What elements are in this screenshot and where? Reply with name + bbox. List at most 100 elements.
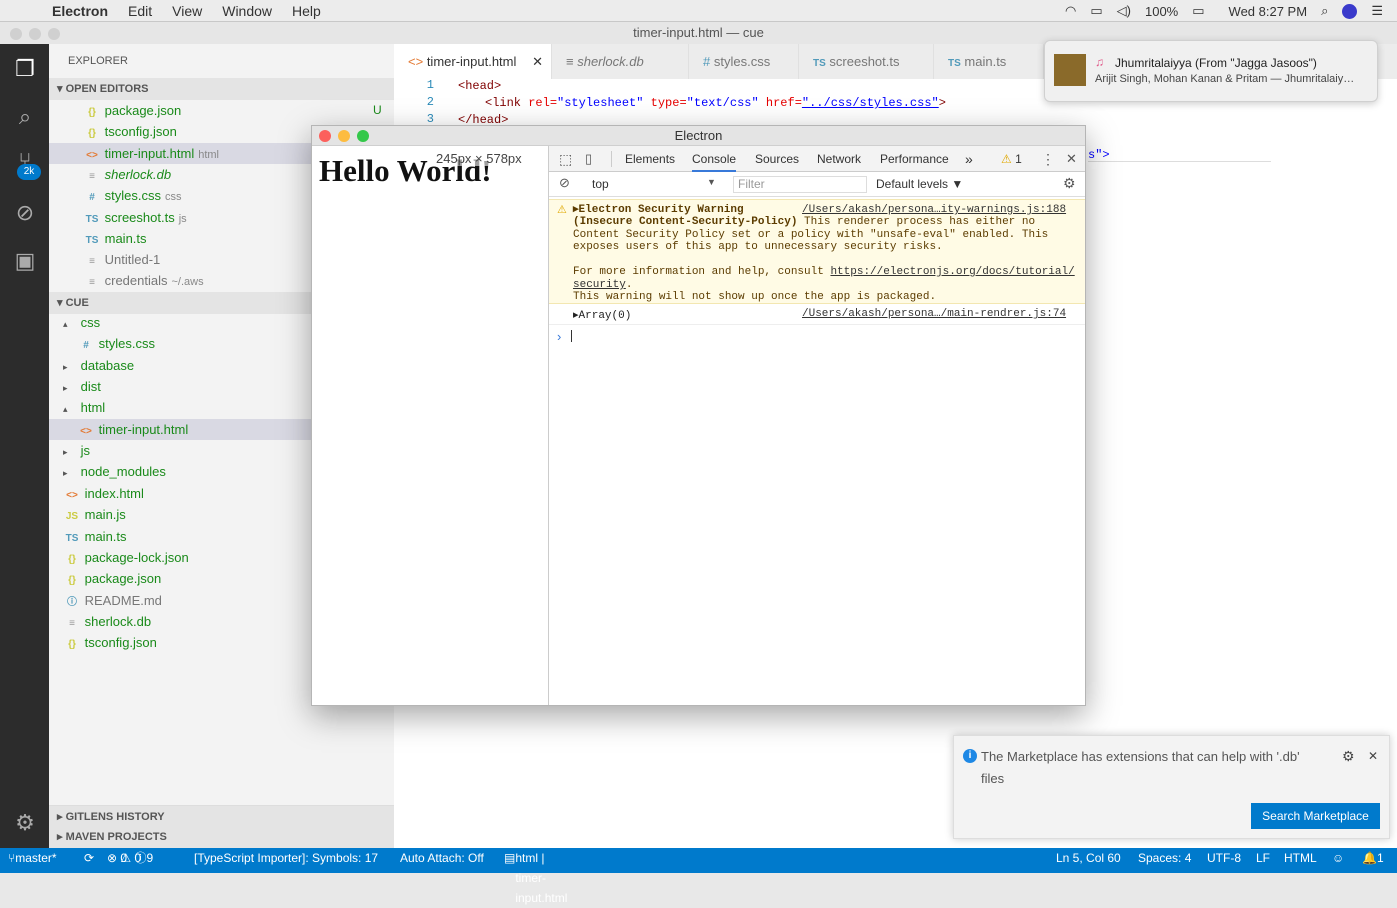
- menu-edit[interactable]: Edit: [128, 3, 152, 19]
- file-icon: ≡: [89, 256, 95, 268]
- problems-summary[interactable]: ⊗ 0 ⚠ 0 ⓘ 9: [107, 848, 153, 868]
- settings-gear-icon[interactable]: ⚙: [12, 810, 38, 836]
- window-title: timer-input.html — cue: [633, 25, 764, 40]
- code-line-2[interactable]: <link rel="stylesheet" type="text/css" h…: [485, 95, 946, 112]
- git-branch[interactable]: ⑂ master*: [8, 848, 57, 868]
- ts-importer-status[interactable]: [TypeScript Importer]: Symbols: 17: [194, 848, 378, 868]
- tab-timer-input[interactable]: <> timer-input.html ✕: [394, 44, 552, 79]
- menu-app-name[interactable]: Electron: [52, 3, 108, 19]
- language-file-status[interactable]: ▤ html | timer-input.html: [504, 848, 567, 905]
- devtools-tab-performance[interactable]: Performance: [880, 146, 949, 172]
- device-toolbar-icon[interactable]: ▯: [585, 146, 592, 172]
- notification-subtitle: Arijit Singh, Mohan Kanan & Pritam — Jhu…: [1095, 73, 1355, 85]
- zoom-window-button[interactable]: [48, 28, 60, 40]
- clock[interactable]: Wed 8:27 PM: [1229, 4, 1308, 19]
- file-hint: css: [164, 191, 182, 204]
- wifi-icon[interactable]: ◠: [1065, 3, 1076, 19]
- open-editors-header[interactable]: ▾ OPEN EDITORS: [49, 78, 394, 100]
- file-icon: ≡: [89, 170, 95, 182]
- battery-percent[interactable]: 100%: [1145, 4, 1178, 19]
- expand-arrow-icon: ▴: [63, 319, 68, 329]
- files-icon[interactable]: ❐: [12, 56, 38, 82]
- info-icon: i: [963, 749, 977, 763]
- warning-line-3: Content Security Policy set or a policy …: [573, 229, 1049, 241]
- more-tabs-icon[interactable]: »: [965, 146, 973, 172]
- auto-attach-status[interactable]: Auto Attach: Off: [400, 848, 484, 868]
- file-name: tsconfig.json: [104, 124, 177, 140]
- line-ending[interactable]: LF: [1256, 848, 1270, 868]
- log-levels-dropdown[interactable]: Default levels ▼: [876, 177, 963, 191]
- siri-icon[interactable]: [1342, 3, 1358, 19]
- array-source-link[interactable]: /Users/akash/persona…/main-rendrer.js:74: [802, 308, 1066, 321]
- warning-title[interactable]: ▸Electron Security Warning: [573, 204, 744, 217]
- menu-view[interactable]: View: [172, 3, 202, 19]
- music-notification[interactable]: ♫ Jhumritalaiyya (From "Jagga Jasoos") A…: [1044, 40, 1378, 102]
- extensions-icon[interactable]: ▣: [12, 248, 38, 274]
- notification-center-icon[interactable]: ☰: [1371, 3, 1383, 19]
- file-icon: TS: [85, 213, 99, 225]
- viewport-dimensions: 245px × 578px: [436, 151, 522, 166]
- console-toolbar: ⊘ top ▼ Filter Default levels ▼ ⚙: [549, 172, 1085, 197]
- sync-icon[interactable]: ⟳: [84, 848, 94, 868]
- close-tab-icon[interactable]: ✕: [532, 44, 543, 79]
- electron-zoom-button[interactable]: [357, 130, 369, 142]
- file-icon: <>: [66, 489, 78, 501]
- open-editor-item[interactable]: {} package.json U: [49, 100, 394, 121]
- tab-sherlock-db[interactable]: ≡ sherlock.db: [552, 44, 689, 79]
- inspect-element-icon[interactable]: ⬚: [559, 146, 572, 172]
- warning-count[interactable]: ⚠ 1: [1001, 146, 1022, 172]
- spotlight-icon[interactable]: ⌕: [1321, 3, 1328, 19]
- maven-projects-header[interactable]: ▸ MAVEN PROJECTS: [49, 826, 394, 848]
- console-array-row: ▸Array(0) /Users/akash/persona…/main-ren…: [549, 305, 1085, 325]
- menu-window[interactable]: Window: [222, 3, 272, 19]
- clear-console-icon[interactable]: ⊘: [559, 175, 570, 191]
- electron-close-button[interactable]: [319, 130, 331, 142]
- array-toggle[interactable]: ▸Array(0): [573, 310, 631, 323]
- electron-minimize-button[interactable]: [338, 130, 350, 142]
- devtools-close-icon[interactable]: ✕: [1066, 146, 1077, 172]
- indentation[interactable]: Spaces: 4: [1138, 848, 1191, 868]
- context-dropdown-icon[interactable]: ▼: [707, 177, 716, 187]
- notification-gear-icon[interactable]: ⚙: [1342, 748, 1355, 765]
- battery-icon[interactable]: ▭: [1192, 3, 1204, 19]
- debug-icon[interactable]: ⊘: [12, 200, 38, 226]
- console-settings-gear-icon[interactable]: ⚙: [1063, 175, 1076, 192]
- language-mode[interactable]: HTML: [1284, 848, 1317, 868]
- macos-menubar: Electron Edit View Window Help ◠ ▭ ◁) 10…: [0, 0, 1397, 22]
- docs-link[interactable]: https://electronjs.org/docs/tutorial/: [830, 266, 1074, 278]
- devtools-tab-sources[interactable]: Sources: [755, 146, 799, 172]
- encoding[interactable]: UTF-8: [1207, 848, 1241, 868]
- minimize-window-button[interactable]: [29, 28, 41, 40]
- file-name: credentials: [104, 273, 168, 289]
- volume-icon[interactable]: ◁): [1117, 3, 1131, 19]
- tab-styles-css[interactable]: # styles.css: [689, 44, 799, 79]
- notification-close-icon[interactable]: ✕: [1368, 749, 1378, 763]
- file-icon: {}: [68, 575, 76, 587]
- devtools-tab-network[interactable]: Network: [817, 146, 861, 172]
- music-icon: ♫: [1095, 55, 1104, 69]
- file-name: sherlock.db: [104, 166, 172, 182]
- tab-main-ts[interactable]: TS main.ts: [934, 44, 1044, 79]
- search-marketplace-button[interactable]: Search Marketplace: [1251, 803, 1380, 829]
- file-name: screeshot.ts: [104, 209, 175, 225]
- expand-arrow-icon: ▸: [63, 383, 68, 394]
- devtools-tab-console[interactable]: Console: [692, 146, 737, 172]
- search-icon[interactable]: ⌕: [12, 104, 38, 130]
- tab-screeshot-ts[interactable]: TS screeshot.ts: [799, 44, 934, 79]
- console-input[interactable]: [571, 330, 572, 342]
- feedback-smiley-icon[interactable]: ☺: [1332, 848, 1344, 868]
- console-filter-input[interactable]: Filter: [733, 176, 867, 193]
- notifications-bell[interactable]: 🔔 1: [1362, 848, 1384, 868]
- context-selector[interactable]: top: [592, 177, 609, 191]
- code-line-1[interactable]: <head>: [458, 78, 501, 95]
- warning-source-link[interactable]: /Users/akash/persona…ity-warnings.js:188: [802, 204, 1066, 217]
- devtools-tab-elements[interactable]: Elements: [625, 146, 675, 172]
- menu-help[interactable]: Help: [292, 3, 321, 19]
- devtools-menu-icon[interactable]: ⋮: [1041, 146, 1055, 172]
- git-status-mark: U: [373, 103, 382, 117]
- cursor-position[interactable]: Ln 5, Col 60: [1056, 848, 1121, 868]
- airplay-icon[interactable]: ▭: [1090, 3, 1102, 19]
- tree-item-label: database: [80, 357, 135, 373]
- close-window-button[interactable]: [10, 28, 22, 40]
- gitlens-history-header[interactable]: ▸ GITLENS HISTORY: [49, 805, 394, 827]
